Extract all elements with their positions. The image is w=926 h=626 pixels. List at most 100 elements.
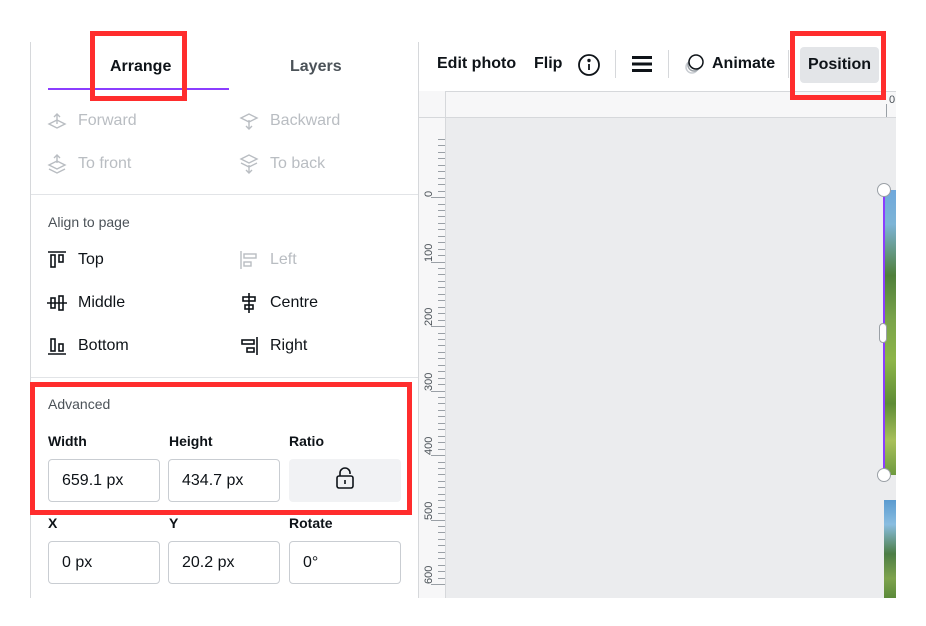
- ruler-tick: [438, 300, 445, 302]
- ruler-tick: [438, 538, 445, 540]
- ruler-tick: [438, 429, 445, 431]
- align-centre-label: Centre: [270, 294, 319, 311]
- y-value: 20.2 px: [182, 553, 235, 571]
- ruler-tick: [438, 280, 445, 282]
- tab-layers[interactable]: Layers: [290, 58, 342, 76]
- ruler-tick: [438, 255, 445, 257]
- align-left-label: Left: [270, 251, 297, 268]
- toolbar-separator: [668, 50, 669, 78]
- ruler-tick: [438, 545, 445, 547]
- y-label: Y: [169, 515, 179, 531]
- ruler-left-label: 200: [423, 307, 435, 326]
- height-field[interactable]: 434.7 px: [168, 459, 280, 502]
- ruler-tick: [438, 435, 445, 437]
- photo-element[interactable]: [884, 500, 896, 598]
- ruler-tick: [438, 216, 445, 218]
- align-middle-label: Middle: [78, 294, 126, 311]
- align-right-button[interactable]: Right: [238, 335, 307, 357]
- to-front-label: To front: [78, 155, 132, 172]
- hamburger-icon[interactable]: [631, 54, 653, 79]
- ruler-left-label: 500: [423, 501, 435, 520]
- flip-button[interactable]: Flip: [534, 55, 562, 73]
- ruler-tick: [438, 345, 445, 347]
- width-field[interactable]: 659.1 px: [48, 459, 160, 502]
- ruler-tick: [438, 384, 445, 386]
- toolbar-separator: [615, 50, 616, 78]
- ruler-tick: [438, 371, 445, 373]
- x-field[interactable]: 0 px: [48, 541, 160, 584]
- animate-icon[interactable]: [683, 52, 707, 81]
- ruler-tick: [438, 139, 445, 140]
- align-left-button[interactable]: Left: [238, 249, 297, 271]
- unlocked-padlock-icon: [334, 466, 356, 495]
- resize-handle-top[interactable]: [877, 183, 891, 197]
- toolbar-separator: [788, 50, 789, 78]
- ruler-tick: [438, 416, 445, 418]
- y-field[interactable]: 20.2 px: [168, 541, 280, 584]
- to-back-label: To back: [270, 155, 326, 172]
- x-value: 0 px: [62, 553, 93, 571]
- ruler-tick: [438, 203, 445, 205]
- ruler-tick: [438, 377, 445, 379]
- ruler-left-label: 400: [423, 436, 435, 455]
- resize-handle-bottom[interactable]: [877, 468, 891, 482]
- ruler-tick: [438, 403, 445, 405]
- backward-button[interactable]: Backward: [238, 110, 340, 132]
- advanced-section-title: Advanced: [48, 396, 111, 412]
- ruler-tick: [438, 158, 445, 160]
- ruler-tick: [438, 487, 445, 489]
- ruler-tick: [431, 326, 445, 328]
- align-middle-button[interactable]: Middle: [46, 292, 125, 314]
- active-tab-indicator: [48, 88, 229, 90]
- animate-button[interactable]: Animate: [712, 55, 775, 73]
- ruler-tick: [438, 171, 445, 173]
- align-top-icon: [46, 249, 68, 271]
- section-divider: [31, 377, 418, 378]
- ruler-tick: [438, 248, 445, 250]
- resize-handle-side[interactable]: [879, 323, 887, 343]
- info-icon[interactable]: [577, 53, 601, 82]
- ruler-top-label: 0: [889, 94, 896, 106]
- edit-photo-button[interactable]: Edit photo: [437, 55, 516, 73]
- to-front-button[interactable]: To front: [46, 153, 131, 175]
- rotate-value: 0°: [303, 553, 319, 571]
- position-button[interactable]: Position: [800, 47, 879, 83]
- ruler-tick: [438, 364, 445, 366]
- height-label: Height: [169, 433, 213, 449]
- ruler-tick: [431, 519, 445, 521]
- forward-label: Forward: [78, 112, 137, 129]
- align-centre-button[interactable]: Centre: [238, 292, 318, 314]
- align-centre-icon: [238, 292, 260, 314]
- ruler-tick: [438, 358, 445, 360]
- align-bottom-button[interactable]: Bottom: [46, 335, 129, 357]
- ruler-tick: [438, 500, 445, 502]
- ruler-tick: [438, 409, 445, 411]
- ruler-tick: [438, 397, 445, 398]
- ruler-tick: [438, 332, 445, 334]
- align-right-icon: [238, 335, 260, 357]
- ruler-left-label: 600: [423, 565, 435, 584]
- align-top-button[interactable]: Top: [46, 249, 104, 271]
- ruler-tick: [431, 455, 445, 457]
- ratio-lock-button[interactable]: [289, 459, 401, 502]
- tab-arrange[interactable]: Arrange: [110, 58, 171, 76]
- align-bottom-icon: [46, 335, 68, 357]
- ruler-tick: [438, 577, 445, 579]
- canvas-area[interactable]: [446, 118, 896, 598]
- forward-button[interactable]: Forward: [46, 110, 137, 132]
- ruler-tick: [438, 493, 445, 495]
- ruler-corner: [419, 91, 446, 118]
- to-back-icon: [238, 153, 260, 175]
- rotate-field[interactable]: 0°: [289, 541, 401, 584]
- to-back-button[interactable]: To back: [238, 153, 325, 175]
- width-value: 659.1 px: [62, 471, 124, 489]
- width-label: Width: [48, 433, 87, 449]
- ruler-tick: [438, 551, 445, 553]
- ruler-tick: [438, 448, 445, 450]
- ruler-tick: [438, 268, 445, 269]
- ruler-tick: [438, 235, 445, 237]
- height-value: 434.7 px: [182, 471, 244, 489]
- section-divider: [31, 194, 418, 195]
- ruler-tick: [438, 222, 445, 224]
- ruler-tick: [431, 390, 445, 392]
